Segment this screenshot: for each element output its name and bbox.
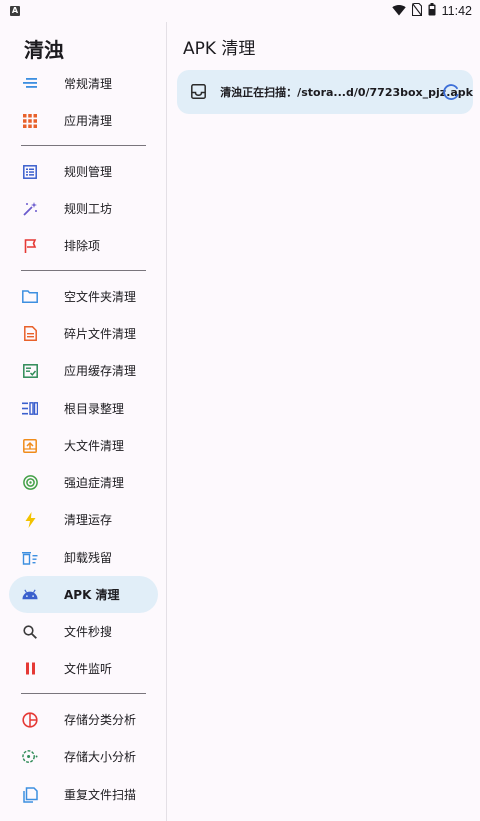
nav-label: 规则工坊 xyxy=(64,202,113,216)
pie-chart-icon xyxy=(22,711,38,728)
clock: 11:42 xyxy=(441,4,472,18)
nav-item-file-monitor[interactable]: 文件监听 xyxy=(9,650,158,687)
archive-box-icon xyxy=(22,438,38,454)
nav-item-empty-folder-clean[interactable]: 空文件夹清理 xyxy=(9,278,158,315)
list-box-icon xyxy=(22,164,38,180)
nav-item-general-clean[interactable]: 常规清理 xyxy=(9,65,158,102)
document-icon xyxy=(22,326,38,342)
nav-item-storage-size[interactable]: 存储大小分析 xyxy=(9,738,158,775)
nav-item-duplicate-scan[interactable]: 重复文件扫描 xyxy=(9,776,158,813)
page-title: APK 清理 xyxy=(183,39,256,59)
divider xyxy=(21,145,146,146)
nav-label: 碎片文件清理 xyxy=(64,327,137,341)
radar-icon xyxy=(22,475,38,491)
no-sim-icon xyxy=(411,2,422,19)
folder-icon xyxy=(22,289,38,305)
nav-label: APK 清理 xyxy=(64,588,120,602)
divider xyxy=(21,270,146,271)
nav-label: 卸载残留 xyxy=(64,551,113,565)
nav-label: 重复文件扫描 xyxy=(64,788,137,802)
columns-icon xyxy=(22,401,38,417)
nav-item-app-clean[interactable]: 应用清理 xyxy=(9,102,158,139)
nav-item-large-file-clean[interactable]: 大文件清理 xyxy=(9,427,158,464)
inbox-tray-icon xyxy=(191,84,206,100)
scan-status-card: 清浊正在扫描：/stora...d/0/7723box_pjz.apk xyxy=(177,70,473,114)
lightning-icon xyxy=(22,511,38,528)
nav-label: 存储分类分析 xyxy=(64,713,137,727)
nav-label: 文件秒搜 xyxy=(64,625,113,639)
nav-label: 大文件清理 xyxy=(64,439,125,453)
nav-label: 空文件夹清理 xyxy=(64,290,137,304)
notification-icon: A xyxy=(10,6,20,16)
nav-label: 存储大小分析 xyxy=(64,750,137,764)
lines-icon xyxy=(22,76,38,92)
nav-item-uninstall-residue[interactable]: 卸载残留 xyxy=(9,539,158,576)
nav-item-rule-workshop[interactable]: 规则工坊 xyxy=(9,190,158,227)
target-dots-icon xyxy=(22,749,38,765)
battery-icon xyxy=(428,3,436,19)
nav-item-fragment-clean[interactable]: 碎片文件清理 xyxy=(9,315,158,352)
main-content: APK 清理 清浊正在扫描：/stora...d/0/7723box_pjz.a… xyxy=(168,22,480,821)
copy-files-icon xyxy=(22,786,38,803)
nav-item-rule-manage[interactable]: 规则管理 xyxy=(9,153,158,190)
nav-label: 规则管理 xyxy=(64,165,113,179)
nav-item-root-organize[interactable]: 根目录整理 xyxy=(9,390,158,427)
drawer-title: 清浊 xyxy=(24,38,64,62)
nav-item-exclusions[interactable]: 排除项 xyxy=(9,227,158,264)
nav-label: 应用缓存清理 xyxy=(64,364,137,378)
android-icon xyxy=(22,587,38,603)
navigation-drawer: 清浊 常规清理 应用清理 规则管理 规则工坊 排除项 空文件夹清理 碎片文件清理… xyxy=(0,22,167,821)
checklist-icon xyxy=(22,363,38,379)
search-icon xyxy=(22,624,38,640)
loading-spinner-icon xyxy=(442,83,460,101)
nav-label: 常规清理 xyxy=(64,77,113,91)
divider xyxy=(21,693,146,694)
nav-item-ocd-clean[interactable]: 强迫症清理 xyxy=(9,464,158,501)
nav-item-ram-clean[interactable]: 清理运存 xyxy=(9,501,158,538)
wifi-icon xyxy=(391,4,406,19)
apps-grid-icon xyxy=(22,113,38,129)
nav-item-apk-clean[interactable]: APK 清理 xyxy=(9,576,158,613)
nav-label: 文件监听 xyxy=(64,662,113,676)
pause-icon xyxy=(22,661,38,677)
flag-icon xyxy=(22,238,38,254)
nav-label: 排除项 xyxy=(64,239,101,253)
nav-label: 应用清理 xyxy=(64,114,113,128)
nav-item-file-search[interactable]: 文件秒搜 xyxy=(9,613,158,650)
nav-label: 根目录整理 xyxy=(64,402,125,416)
trash-list-icon xyxy=(22,550,38,566)
status-bar: A 11:42 xyxy=(0,0,480,22)
magic-wand-icon xyxy=(22,201,38,217)
scan-status-text: 清浊正在扫描：/stora...d/0/7723box_pjz.apk xyxy=(220,86,473,99)
nav-item-storage-category[interactable]: 存储分类分析 xyxy=(9,701,158,738)
nav-label: 清理运存 xyxy=(64,513,113,527)
nav-label: 强迫症清理 xyxy=(64,476,125,490)
nav-item-app-cache-clean[interactable]: 应用缓存清理 xyxy=(9,352,158,389)
